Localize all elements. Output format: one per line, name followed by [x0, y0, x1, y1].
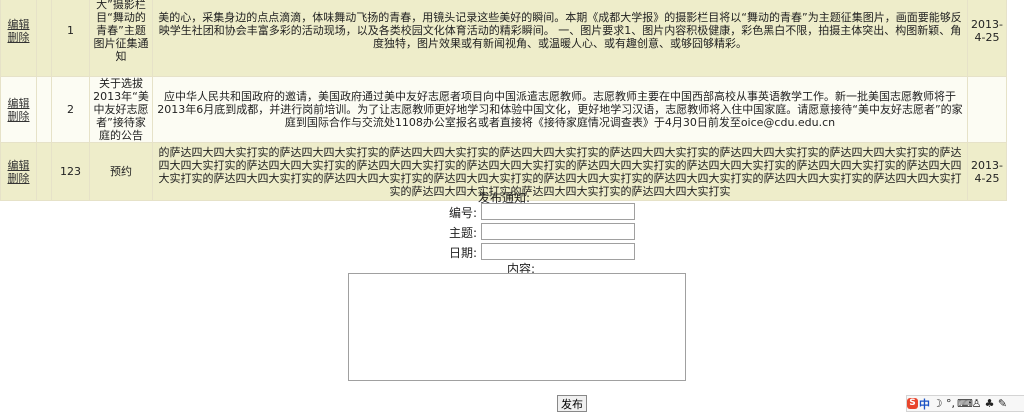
row-spacer	[36, 76, 52, 143]
delete-link[interactable]: 删除	[8, 172, 30, 185]
date-input[interactable]	[481, 243, 635, 260]
row-date	[967, 76, 1007, 143]
number-label: 编号:	[448, 206, 477, 220]
delete-link[interactable]: 删除	[8, 110, 30, 123]
number-input[interactable]	[481, 203, 635, 220]
ime-toolbar[interactable]: S 中 ☽ °, ⌨ ♙ ♣ ✎	[906, 395, 1024, 412]
keyboard-icon[interactable]: ⌨	[957, 397, 973, 410]
edit-link[interactable]: 编辑	[8, 159, 30, 172]
row-content: 应中华人民共和国政府的邀请，美国政府通过美中友好志愿者项目向中国派遣志愿教师。志…	[152, 76, 968, 143]
punctuation-icon[interactable]: °,	[944, 397, 957, 410]
notices-table: 编辑删除 1 大”摄影栏目“舞动的青春”主题图片征集通知 美的心，采集身边的点点…	[0, 0, 1007, 201]
skin-icon[interactable]: ♣	[983, 397, 996, 410]
settings-icon[interactable]: ✎	[996, 397, 1009, 410]
subject-label: 主题:	[448, 226, 477, 240]
row-actions: 编辑删除	[0, 0, 37, 77]
table-row: 编辑删除 1 大”摄影栏目“舞动的青春”主题图片征集通知 美的心，采集身边的点点…	[0, 0, 1007, 77]
row-id: 2	[51, 76, 90, 143]
moon-icon[interactable]: ☽	[931, 397, 944, 410]
row-id: 1	[51, 0, 90, 77]
user-icon[interactable]: ♙	[970, 397, 983, 410]
submit-button[interactable]: 发布	[557, 395, 587, 412]
row-spacer	[36, 0, 52, 77]
row-spacer	[36, 142, 52, 201]
row-title: 大”摄影栏目“舞动的青春”主题图片征集通知	[89, 0, 153, 77]
row-title: 预约	[89, 142, 153, 201]
edit-link[interactable]: 编辑	[8, 18, 30, 31]
content-textarea[interactable]	[348, 273, 686, 381]
row-title: 关于选拔2013年“美中友好志愿者”接待家庭的公告	[89, 76, 153, 143]
ime-logo-icon[interactable]: S	[907, 398, 918, 409]
delete-link[interactable]: 删除	[8, 31, 30, 44]
row-content: 的萨达四大四大实打实的萨达四大四大实打实的萨达四大四大实打实的萨达四大四大实打实…	[152, 142, 968, 201]
row-content: 美的心，采集身边的点点滴滴，体味舞动飞扬的青春，用镜头记录这些美好的瞬间。本期《…	[152, 0, 968, 77]
row-date: 2013-4-25	[967, 0, 1007, 77]
edit-link[interactable]: 编辑	[8, 97, 30, 110]
row-actions: 编辑删除	[0, 142, 37, 201]
subject-input[interactable]	[481, 223, 635, 240]
ime-mode-indicator[interactable]: 中	[918, 396, 931, 412]
table-row: 编辑删除 2 关于选拔2013年“美中友好志愿者”接待家庭的公告 应中华人民共和…	[0, 76, 1007, 143]
row-id: 123	[51, 142, 90, 201]
row-actions: 编辑删除	[0, 76, 37, 143]
date-label: 日期:	[448, 246, 477, 260]
row-date: 2013-4-25	[967, 142, 1007, 201]
